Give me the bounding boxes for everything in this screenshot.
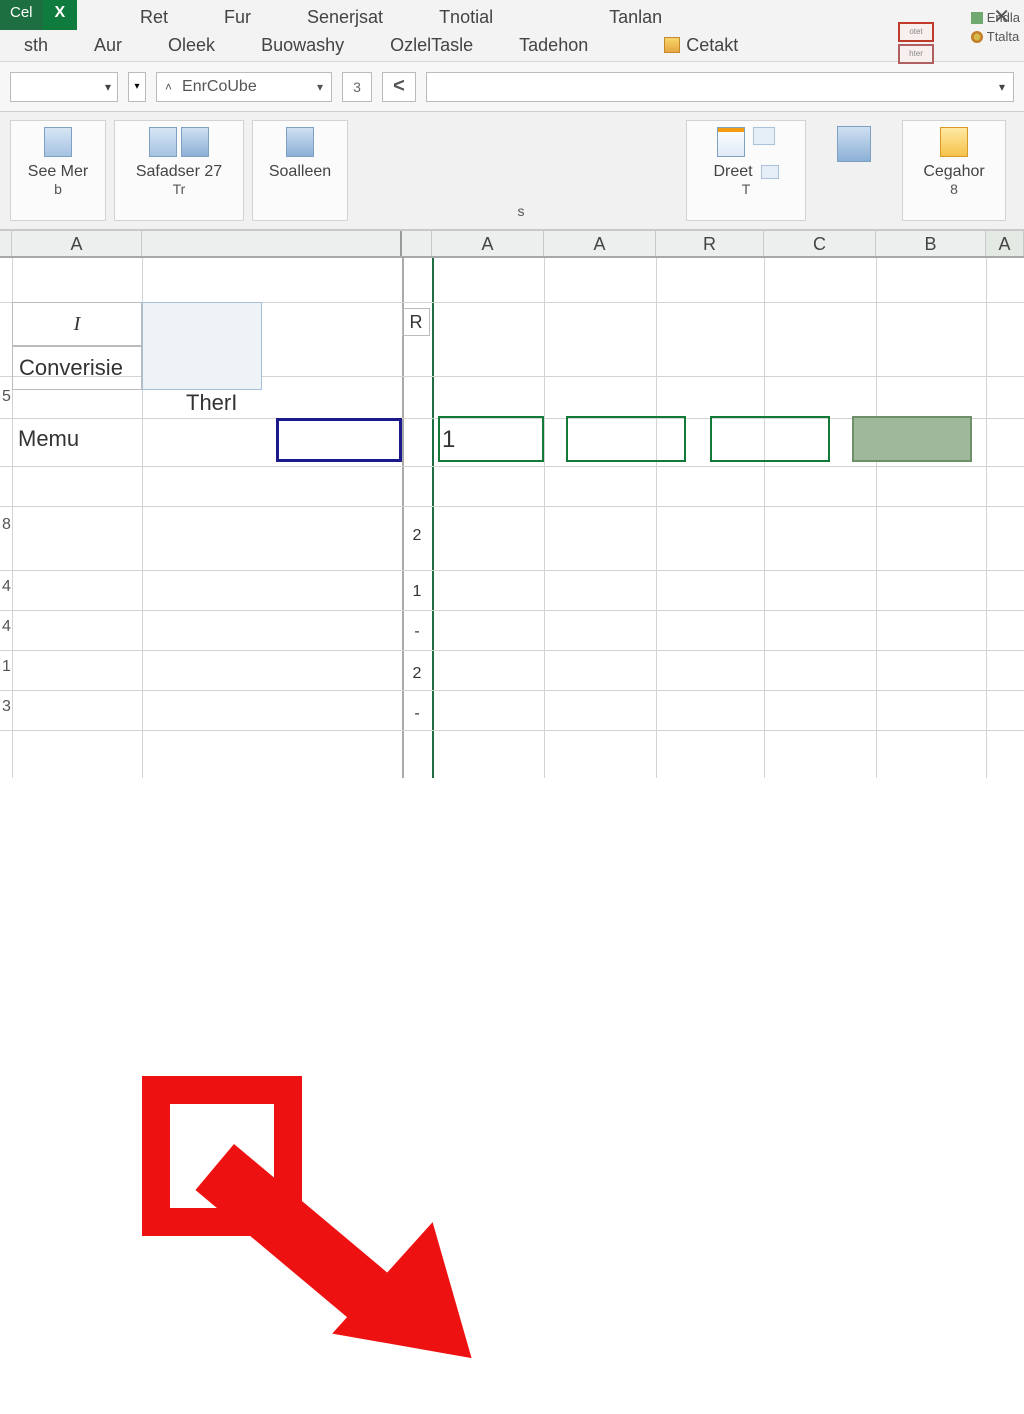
tab-tnotial[interactable]: Tnotial [439,7,493,28]
mini-dropdown[interactable]: ▾ [128,72,146,102]
tab-ozletasle[interactable]: OzlelTasle [390,35,473,56]
narrow-cell[interactable]: 1 [406,574,428,610]
ribbon-mid-label: s [518,203,525,219]
row-num[interactable]: 4 [2,618,11,636]
tab-sth[interactable]: sth [24,35,48,56]
tab-tadehon[interactable]: Tadehon [519,35,588,56]
list-icon [971,12,983,24]
tab-aur[interactable]: Aur [94,35,122,56]
active-cell[interactable] [276,418,402,462]
pane-icon-2[interactable]: hter [898,44,934,64]
selection-fill [852,416,972,462]
chevron-down-icon: ▾ [105,80,111,94]
pane-icon-1[interactable]: otet [898,22,934,42]
right-options: Endla Ttalta [971,10,1020,48]
tab-senerjsat[interactable]: Senerjsat [307,7,383,28]
chevron-down-icon: ▾ [999,80,1005,94]
tab-buowashy[interactable]: Buowashy [261,35,344,56]
ribbon-group-1[interactable]: See Mer b [10,120,106,221]
narrow-cell[interactable]: - [406,614,428,650]
step-number[interactable]: 3 [342,72,372,102]
col-header-b[interactable]: B [876,231,986,256]
book-icon [181,127,209,157]
opt-ttalta[interactable]: Ttalta [971,29,1020,44]
col-header-a-last[interactable]: A [986,231,1024,256]
folder-icon [940,127,968,157]
ribbon-group-icon[interactable] [814,120,894,221]
tab-oleek[interactable]: Oleek [168,35,215,56]
narrow-cell[interactable]: 2 [406,516,428,556]
sheet-icon [717,127,745,157]
col-header-a[interactable]: A [12,231,142,256]
tab-ret[interactable]: Ret [140,7,168,28]
col-header-c[interactable]: C [764,231,876,256]
small-box-icon [761,165,779,179]
spreadsheet-grid[interactable]: I Converisie Memu TherI R 1 5 8 4 4 1 3 … [0,258,1024,778]
cube-icon [664,37,680,53]
tab-tanlan[interactable]: Tanlan [609,7,662,28]
cell-converise[interactable]: Converisie [12,346,142,390]
narrow-cell[interactable]: 2 [406,656,428,692]
row-num[interactable]: 4 [2,578,11,596]
book-icon [44,127,72,157]
function-name: EnrCoUbe [182,78,257,96]
opt-endla[interactable]: Endla [971,10,1020,25]
col-header-a2[interactable]: A [432,231,544,256]
column-headers: A A A R C B A [0,230,1024,258]
pane-toggle-group: otet hter [898,22,934,64]
titlebar: Cel X ✕ Ret Fur Senerjsat Tnotial Tanlan… [0,0,1024,62]
ribbon-group-4[interactable]: Dreet T [686,120,806,221]
selection-outline-1 [438,416,544,462]
name-box[interactable]: ▾ [10,72,118,102]
ribbon-group-2[interactable]: Safadser 27 Tr [114,120,244,221]
formula-input[interactable]: ▾ [426,72,1014,102]
chevron-down-icon: ▾ [134,81,139,92]
ribbon-group-3[interactable]: Soalleen [252,120,348,221]
book-icon [149,127,177,157]
tab-cetakt[interactable]: Cetakt [664,35,738,56]
tab-fur[interactable]: Fur [224,7,251,28]
selection-outline-2 [566,416,686,462]
cell-ther[interactable]: TherI [180,386,260,420]
row-num[interactable]: 1 [2,658,11,676]
book-icon [286,127,314,157]
back-button[interactable]: < [382,72,416,102]
small-box-icon [753,127,775,145]
col-header-r[interactable]: R [656,231,764,256]
caret-up-icon: ˄ [165,80,172,94]
menu-row-2: sth Aur Oleek Buowashy OzlelTasle Tadeho… [0,32,1024,58]
row-num[interactable]: 5 [2,388,11,406]
selection-outline-3 [710,416,830,462]
formula-bar-row: ▾ ▾ ˄ EnrCoUbe ▾ 3 < ▾ [0,62,1024,112]
chevron-down-icon: ▾ [317,80,323,94]
gear-icon [971,31,983,43]
cell-shaded[interactable] [142,302,262,390]
narrow-cell[interactable]: - [406,696,428,732]
ribbon: See Mer b Safadser 27 Tr Soalleen s Dree… [0,112,1024,230]
col-header-a3[interactable]: A [544,231,656,256]
function-box[interactable]: ˄ EnrCoUbe ▾ [156,72,332,102]
cell-memu[interactable]: Memu [12,418,142,460]
ribbon-group-5[interactable]: Cegahor 8 [902,120,1006,221]
cell-i[interactable]: I [12,302,142,346]
menu-row-1: Ret Fur Senerjsat Tnotial Tanlan [0,4,1024,30]
cell-r-small[interactable]: R [402,308,430,336]
row-num[interactable]: 3 [2,698,11,716]
table-icon [837,126,871,162]
row-num[interactable]: 8 [2,516,11,534]
